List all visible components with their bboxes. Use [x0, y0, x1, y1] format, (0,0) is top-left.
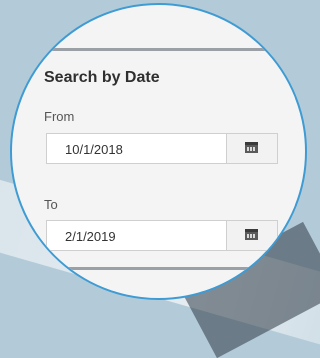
from-date-picker-button[interactable]: [226, 134, 277, 163]
to-label: To: [44, 197, 58, 212]
to-date-value[interactable]: 2/1/2019: [65, 229, 116, 244]
to-date-field[interactable]: 2/1/2019: [46, 220, 278, 251]
magnifier-lens: Search by Date From 10/1/2018 To 2/1/201…: [10, 3, 307, 300]
calendar-icon[interactable]: [245, 229, 258, 240]
panel-title: Search by Date: [44, 69, 160, 86]
from-date-value[interactable]: 10/1/2018: [65, 142, 123, 157]
from-date-field[interactable]: 10/1/2018: [46, 133, 278, 164]
from-label: From: [44, 109, 75, 124]
calendar-icon[interactable]: [245, 142, 258, 153]
to-date-picker-button[interactable]: [226, 221, 277, 250]
search-by-date-panel: Search by Date From 10/1/2018 To 2/1/201…: [35, 41, 295, 291]
panel-divider-top: [35, 48, 295, 51]
panel-divider-bottom: [35, 267, 295, 270]
